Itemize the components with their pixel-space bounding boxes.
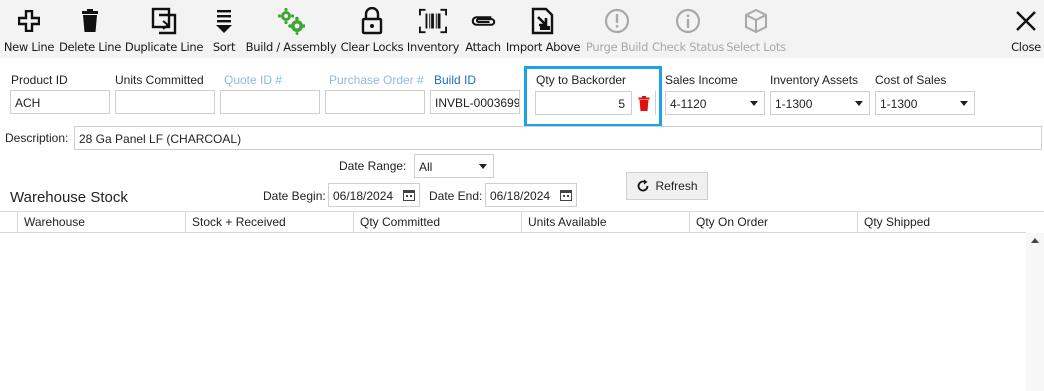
quote-id-input[interactable] bbox=[220, 90, 320, 114]
chevron-down-icon bbox=[479, 164, 487, 169]
column-header-qty-committed[interactable]: Qty Committed bbox=[353, 212, 521, 233]
lock-icon bbox=[358, 4, 386, 38]
alert-circle-icon bbox=[603, 4, 631, 38]
calendar-icon[interactable] bbox=[403, 189, 415, 201]
build-id-label: Build ID bbox=[434, 73, 477, 87]
description-input[interactable]: 28 Ga Panel LF (CHARCOAL) bbox=[74, 126, 1042, 150]
warehouse-stock-grid: Warehouse Stock + Received Qty Committed… bbox=[0, 211, 1044, 391]
purchase-order-input[interactable] bbox=[325, 90, 425, 114]
sales-income-select[interactable]: 4-1120 bbox=[665, 91, 765, 115]
units-committed-label: Units Committed bbox=[115, 73, 204, 87]
warehouse-stock-title: Warehouse Stock bbox=[10, 189, 128, 206]
column-header-qty-shipped[interactable]: Qty Shipped bbox=[857, 212, 1026, 233]
date-begin-input[interactable]: 06/18/2024 bbox=[328, 183, 420, 207]
scroll-up-icon[interactable] bbox=[1031, 238, 1039, 243]
column-header-qty-on-order[interactable]: Qty On Order bbox=[689, 212, 857, 233]
gears-icon bbox=[277, 4, 305, 38]
delete-line-button[interactable]: Delete Line bbox=[59, 0, 121, 58]
chevron-down-icon bbox=[960, 101, 968, 106]
product-id-input[interactable]: ACH bbox=[10, 90, 110, 114]
quote-id-label: Quote ID # bbox=[224, 73, 283, 87]
date-end-input[interactable]: 06/18/2024 bbox=[485, 183, 577, 207]
column-header-stock-received[interactable]: Stock + Received bbox=[185, 212, 353, 233]
cost-of-sales-label: Cost of Sales bbox=[875, 73, 947, 87]
product-id-label: Product ID bbox=[11, 73, 68, 87]
date-begin-label: Date Begin: bbox=[263, 189, 326, 203]
chevron-down-icon bbox=[750, 101, 758, 106]
date-range-label: Date Range: bbox=[339, 159, 407, 173]
close-icon bbox=[1012, 4, 1040, 38]
import-icon bbox=[529, 4, 557, 38]
attach-button[interactable]: Attach bbox=[463, 0, 503, 58]
build-id-input[interactable]: INVBL-0003699 bbox=[430, 90, 520, 114]
toolbar: New Line Delete Line Duplicate Line Sort bbox=[0, 0, 1044, 58]
trash-icon bbox=[638, 95, 649, 111]
refresh-icon bbox=[638, 179, 649, 192]
purchase-order-label: Purchase Order # bbox=[329, 73, 424, 87]
duplicate-line-button[interactable]: Duplicate Line bbox=[124, 0, 204, 58]
date-range-select[interactable]: All bbox=[414, 154, 494, 178]
info-circle-icon bbox=[674, 4, 702, 38]
trash-icon bbox=[76, 4, 104, 38]
box-icon bbox=[742, 4, 770, 38]
clear-locks-button[interactable]: Clear Locks bbox=[341, 0, 404, 58]
calendar-icon[interactable] bbox=[560, 189, 572, 201]
grid-scrollbar[interactable] bbox=[1026, 233, 1044, 391]
date-end-label: Date End: bbox=[429, 189, 483, 203]
sort-button[interactable]: Sort bbox=[208, 0, 240, 58]
refresh-button[interactable]: Refresh bbox=[626, 172, 708, 200]
chevron-down-icon bbox=[855, 101, 863, 106]
column-header-warehouse[interactable]: Warehouse bbox=[17, 212, 185, 233]
column-header-units-available[interactable]: Units Available bbox=[521, 212, 689, 233]
new-line-button[interactable]: New Line bbox=[3, 0, 55, 58]
paperclip-icon bbox=[469, 4, 497, 38]
import-above-button[interactable]: Import Above bbox=[505, 0, 581, 58]
inventory-assets-label: Inventory Assets bbox=[770, 73, 859, 87]
description-label: Description: bbox=[5, 131, 69, 145]
check-status-button[interactable]: Check Status bbox=[652, 0, 724, 58]
purge-build-button[interactable]: Purge Build bbox=[584, 0, 650, 58]
select-lots-button[interactable]: Select Lots bbox=[726, 0, 786, 58]
grid-header: Warehouse Stock + Received Qty Committed… bbox=[0, 212, 1026, 233]
close-button[interactable]: Close bbox=[1008, 0, 1044, 58]
barcode-icon bbox=[419, 4, 447, 38]
cost-of-sales-select[interactable]: 1-1300 bbox=[875, 91, 975, 115]
inventory-button[interactable]: Inventory bbox=[406, 0, 460, 58]
duplicate-icon bbox=[150, 4, 178, 38]
inventory-assets-select[interactable]: 1-1300 bbox=[770, 91, 870, 115]
units-committed-input[interactable] bbox=[115, 90, 215, 114]
qty-backorder-label: Qty to Backorder bbox=[536, 73, 627, 87]
clear-backorder-button[interactable] bbox=[631, 91, 655, 115]
sort-icon bbox=[210, 4, 238, 38]
build-assembly-button[interactable]: Build / Assembly bbox=[244, 0, 338, 58]
sales-income-label: Sales Income bbox=[665, 73, 738, 87]
plus-icon bbox=[15, 4, 43, 38]
